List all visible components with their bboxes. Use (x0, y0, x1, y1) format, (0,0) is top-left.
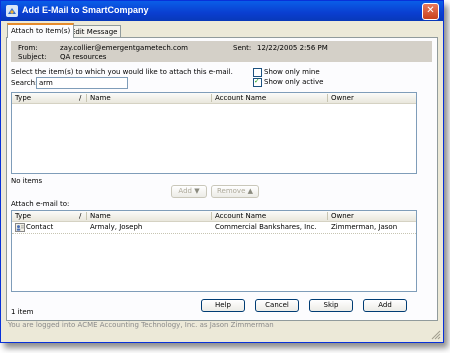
help-button[interactable]: Help (201, 299, 245, 312)
skip-button[interactable]: Skip (309, 299, 353, 312)
attach-count: 1 item (11, 308, 34, 316)
results-grid[interactable]: Type / Name Account Name Owner (11, 92, 417, 174)
add-button[interactable]: Add (363, 299, 407, 312)
sent-label: Sent: (233, 44, 252, 52)
column-owner[interactable]: Owner (331, 94, 354, 102)
attach-grid-header: Type / Name Account Name Owner (12, 211, 416, 222)
column-divider[interactable] (86, 212, 87, 220)
show-only-active-label: Show only active (264, 78, 324, 86)
table-row[interactable]: Contact Armaly, Joseph Commercial Banksh… (12, 222, 416, 234)
remove-from-list-label: Remove (216, 187, 246, 195)
attach-grid[interactable]: Type / Name Account Name Owner Contact A… (11, 210, 417, 292)
column-name[interactable]: Name (90, 212, 111, 220)
search-input[interactable] (36, 77, 128, 89)
column-account-name[interactable]: Account Name (215, 212, 266, 220)
show-only-active-checkbox[interactable] (253, 77, 262, 87)
results-grid-header: Type / Name Account Name Owner (12, 93, 416, 104)
row-name: Armaly, Joseph (90, 223, 143, 231)
column-type[interactable]: Type (15, 212, 31, 220)
tab-attach-to-items[interactable]: Attach to Item(s) (7, 23, 75, 38)
tab-panel: From: zay.collier@emergentgametech.com S… (6, 37, 438, 321)
close-button[interactable]: ✕ (422, 3, 439, 20)
title-bar[interactable]: Add E-Mail to SmartCompany ✕ (1, 1, 443, 21)
column-account-name[interactable]: Account Name (215, 94, 266, 102)
from-value: zay.collier@emergentgametech.com (60, 44, 188, 52)
column-type[interactable]: Type (15, 94, 31, 102)
status-bar-text: You are logged into ACME Accounting Tech… (8, 321, 274, 329)
row-owner: Zimmerman, Jason (331, 223, 398, 231)
search-label: Search: (11, 79, 38, 87)
column-owner[interactable]: Owner (331, 212, 354, 220)
arrow-down-icon: ▼ (194, 187, 200, 195)
close-icon: ✕ (426, 5, 435, 16)
subject-label: Subject: (18, 53, 47, 61)
arrow-up-icon: ▲ (247, 187, 254, 195)
sort-indicator: / (79, 94, 82, 102)
dialog-window: Add E-Mail to SmartCompany ✕ Attach to I… (0, 0, 444, 343)
message-header: From: zay.collier@emergentgametech.com S… (11, 41, 432, 62)
attach-label: Attach e-mail to: (11, 200, 70, 208)
column-divider[interactable] (327, 94, 328, 102)
app-icon (6, 5, 18, 17)
results-count: No items (11, 177, 43, 185)
from-label: From: (18, 44, 38, 52)
cancel-button[interactable]: Cancel (255, 299, 299, 312)
column-divider[interactable] (211, 212, 212, 220)
show-only-mine-label: Show only mine (264, 68, 320, 76)
row-type: Contact (26, 223, 54, 231)
window-title: Add E-Mail to SmartCompany (22, 5, 149, 15)
remove-from-list-button[interactable]: Remove ▲ (211, 185, 259, 198)
sort-indicator: / (79, 212, 82, 220)
column-divider[interactable] (327, 212, 328, 220)
resize-grip-icon[interactable] (431, 330, 441, 340)
search-instruction: Select the item(s) to which you would li… (11, 68, 233, 76)
row-account-name: Commercial Bankshares, Inc. (215, 223, 317, 231)
column-divider[interactable] (211, 94, 212, 102)
subject-value: QA resources (60, 53, 107, 61)
column-name[interactable]: Name (90, 94, 111, 102)
sent-value: 12/22/2005 2:56 PM (257, 44, 328, 52)
column-divider[interactable] (86, 94, 87, 102)
add-to-list-label: Add (178, 187, 192, 195)
contact-card-icon (15, 223, 25, 232)
show-only-mine-checkbox[interactable] (253, 68, 262, 77)
add-to-list-button[interactable]: Add ▼ (171, 185, 207, 198)
